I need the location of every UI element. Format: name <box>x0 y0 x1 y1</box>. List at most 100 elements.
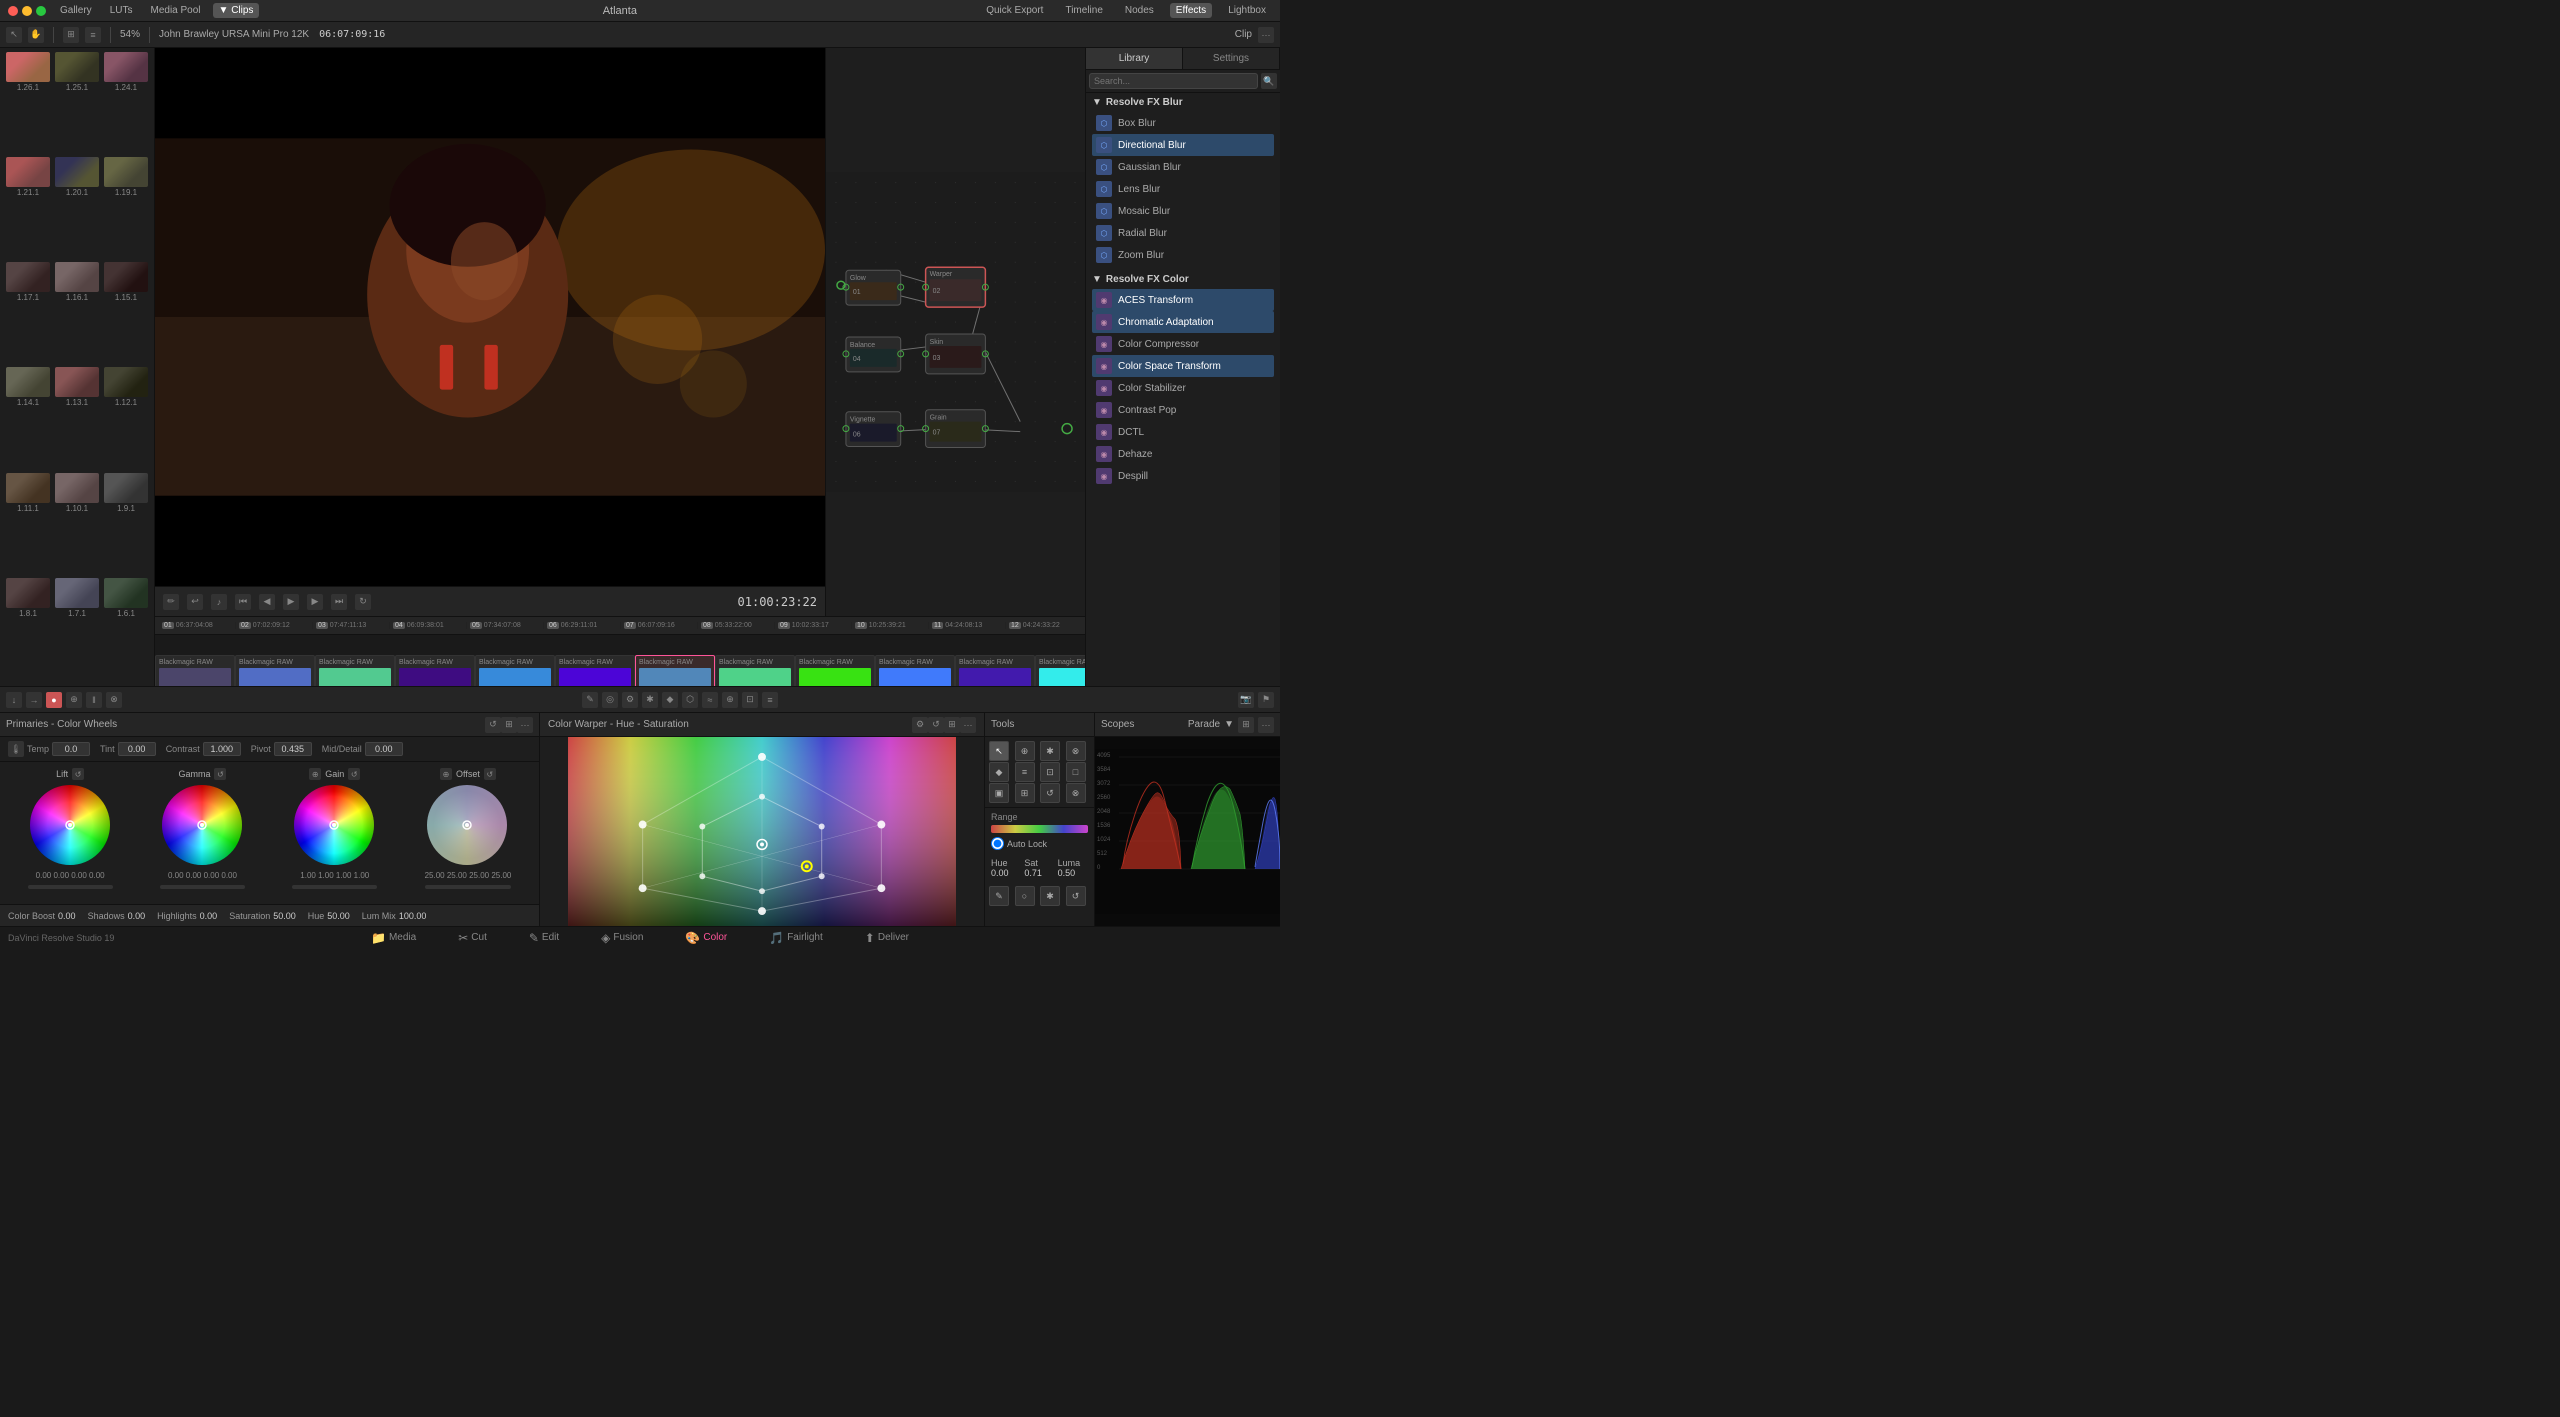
nav-lightbox[interactable]: Lightbox <box>1222 3 1272 18</box>
color-tool-9[interactable]: ⊡ <box>742 692 758 708</box>
list-item[interactable]: 1.25.1 <box>53 52 101 156</box>
zoom-level[interactable]: 54% <box>120 29 140 40</box>
auto-lock-radio[interactable] <box>991 837 1004 850</box>
nav-gallery[interactable]: Gallery <box>54 3 98 18</box>
tool-3[interactable]: ✱ <box>1040 741 1060 761</box>
list-item[interactable]: 1.12.1 <box>102 367 150 471</box>
list-item[interactable]: 1.6.1 <box>102 578 150 682</box>
offset-wheel-svg[interactable] <box>425 783 510 868</box>
next-frame[interactable]: ▶ <box>307 594 323 610</box>
table-row[interactable]: Blackmagic RAW <box>1035 655 1085 686</box>
maximize-button[interactable] <box>36 6 46 16</box>
highlights-val[interactable]: 0.00 <box>200 911 218 921</box>
pivot-value[interactable]: 0.435 <box>274 742 312 756</box>
offset-crosshair[interactable]: ⊕ <box>440 768 452 780</box>
list-item[interactable]: 1.20.1 <box>53 157 101 261</box>
warper-settings[interactable]: ⚙ <box>912 717 928 733</box>
tool-5[interactable]: ◆ <box>989 762 1009 782</box>
video-viewer[interactable] <box>155 48 825 586</box>
color-tool-5[interactable]: ◆ <box>662 692 678 708</box>
lib-item[interactable]: ◉ Despill <box>1092 465 1274 487</box>
serial-node[interactable]: → <box>26 692 42 708</box>
mark-in[interactable]: ✏ <box>163 594 179 610</box>
table-row[interactable]: Blackmagic RAW <box>955 655 1035 686</box>
table-row[interactable]: Blackmagic RAW <box>475 655 555 686</box>
reset-tool[interactable]: ↺ <box>1066 886 1086 906</box>
color-tool-3[interactable]: ⚙ <box>622 692 638 708</box>
scope-options[interactable]: ··· <box>1258 717 1274 733</box>
tint-value[interactable]: 0.00 <box>118 742 156 756</box>
table-row[interactable]: Blackmagic RAW <box>155 655 235 686</box>
table-row[interactable]: Blackmagic RAW <box>395 655 475 686</box>
more-options[interactable]: ··· <box>1258 27 1274 43</box>
close-button[interactable] <box>8 6 18 16</box>
input-node[interactable]: ↓ <box>6 692 22 708</box>
list-item[interactable]: 1.7.1 <box>53 578 101 682</box>
table-row[interactable]: Blackmagic RAW <box>635 655 715 686</box>
shadows-val[interactable]: 0.00 <box>128 911 146 921</box>
color-boost-val[interactable]: 0.00 <box>58 911 76 921</box>
hue-val[interactable]: 50.00 <box>327 911 350 921</box>
lib-item[interactable]: ◉ ACES Transform <box>1092 289 1274 311</box>
lib-item[interactable]: ◉ DCTL <box>1092 421 1274 443</box>
lib-item[interactable]: ⬡ Mosaic Blur <box>1092 200 1274 222</box>
layer-node[interactable]: ⊕ <box>66 692 82 708</box>
tool-hand[interactable]: ✋ <box>28 27 44 43</box>
tool-select[interactable]: ↖ <box>989 741 1009 761</box>
lift-wheel-svg[interactable] <box>28 783 113 868</box>
gallery-grab[interactable]: 📷 <box>1238 692 1254 708</box>
audio-btn[interactable]: ♪ <box>211 594 227 610</box>
cw-reset[interactable]: ↺ <box>485 717 501 733</box>
nav-deliver[interactable]: ⬆ Deliver <box>859 929 915 947</box>
lib-item[interactable]: ⬡ Radial Blur <box>1092 222 1274 244</box>
nav-nodes[interactable]: Nodes <box>1119 3 1160 18</box>
tool-12[interactable]: ⊗ <box>1066 783 1086 803</box>
nav-edit[interactable]: ✎ Edit <box>523 929 565 947</box>
flag-btn[interactable]: ⚑ <box>1258 692 1274 708</box>
nav-quick-export[interactable]: Quick Export <box>980 3 1049 18</box>
table-row[interactable]: Blackmagic RAW <box>875 655 955 686</box>
eyedrop-tool[interactable]: ✎ <box>989 886 1009 906</box>
list-item[interactable]: 1.21.1 <box>4 157 52 261</box>
color-tool-6[interactable]: ⬡ <box>682 692 698 708</box>
circle-tool[interactable]: ○ <box>1015 886 1035 906</box>
list-view[interactable]: ≡ <box>85 27 101 43</box>
temp-value[interactable]: 0.0 <box>52 742 90 756</box>
tool-4[interactable]: ⊗ <box>1066 741 1086 761</box>
table-row[interactable]: Blackmagic RAW <box>795 655 875 686</box>
temp-icon[interactable]: 🌡 <box>8 741 24 757</box>
lib-item[interactable]: ◉ Color Space Transform <box>1092 355 1274 377</box>
nav-media[interactable]: 📁 Media <box>365 929 422 947</box>
lift-reset[interactable]: ↺ <box>72 768 84 780</box>
list-item[interactable]: 1.13.1 <box>53 367 101 471</box>
library-search[interactable] <box>1089 73 1258 89</box>
parallel-node[interactable]: ‖ <box>86 692 102 708</box>
lib-item[interactable]: ⬡ Lens Blur <box>1092 178 1274 200</box>
nav-clips[interactable]: ▼ Clips <box>213 3 260 18</box>
warper-canvas[interactable] <box>540 737 984 926</box>
list-item[interactable]: 1.15.1 <box>102 262 150 366</box>
color-tool-8[interactable]: ⊕ <box>722 692 738 708</box>
gain-slider[interactable] <box>292 885 377 889</box>
scopes-mode[interactable]: Parade <box>1188 719 1220 730</box>
skip-back[interactable]: ⏮ <box>235 594 251 610</box>
lib-item[interactable]: ⬡ Box Blur <box>1092 112 1274 134</box>
tool-11[interactable]: ↺ <box>1040 783 1060 803</box>
color-tool-2[interactable]: ◎ <box>602 692 618 708</box>
gamma-slider[interactable] <box>160 885 245 889</box>
tool-6[interactable]: ≡ <box>1015 762 1035 782</box>
grid-view[interactable]: ⊞ <box>63 27 79 43</box>
lib-item[interactable]: ◉ Dehaze <box>1092 443 1274 465</box>
list-item[interactable]: 1.11.1 <box>4 473 52 577</box>
splitter-node[interactable]: ⊗ <box>106 692 122 708</box>
nav-timeline[interactable]: Timeline <box>1059 3 1108 18</box>
prev-frame[interactable]: ◀ <box>259 594 275 610</box>
contrast-value[interactable]: 1.000 <box>203 742 241 756</box>
gamma-reset[interactable]: ↺ <box>214 768 226 780</box>
tab-settings[interactable]: Settings <box>1183 48 1280 69</box>
list-item[interactable]: 1.16.1 <box>53 262 101 366</box>
gamma-wheel-svg[interactable] <box>160 783 245 868</box>
color-tool-7[interactable]: ≈ <box>702 692 718 708</box>
list-item[interactable]: 1.8.1 <box>4 578 52 682</box>
tab-library[interactable]: Library <box>1086 48 1183 69</box>
